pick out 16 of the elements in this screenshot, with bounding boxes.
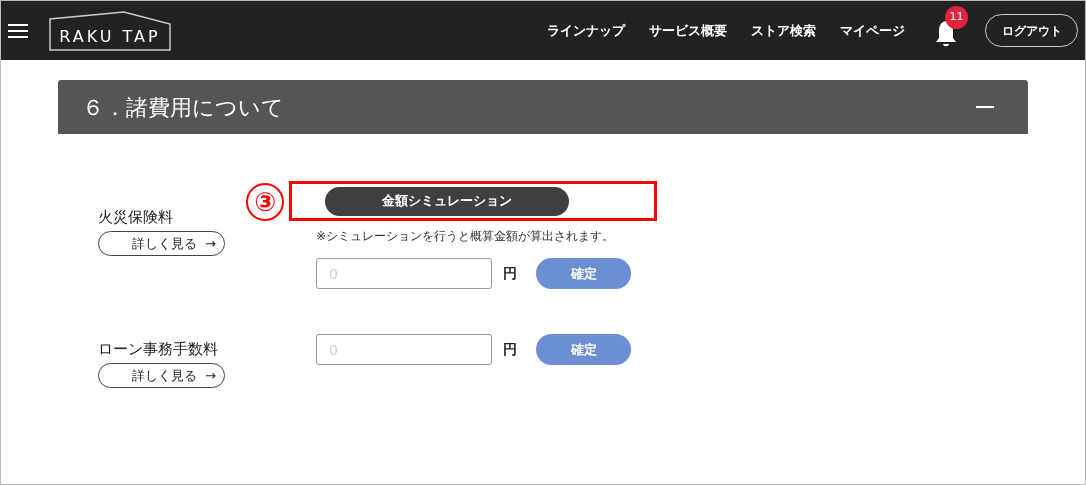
- unit-label: 円: [503, 340, 517, 359]
- section-title: ６．諸費用について: [82, 93, 284, 122]
- notification-badge: 11: [945, 5, 968, 29]
- simulation-note: ※シミュレーションを行うと概算金額が算出されます。: [316, 228, 616, 244]
- menu-icon[interactable]: [8, 21, 28, 40]
- logo[interactable]: RAKU TAP: [49, 10, 171, 51]
- step-marker: ③: [246, 183, 284, 221]
- simulation-button[interactable]: 金額シミュレーション: [325, 186, 569, 216]
- nav-link[interactable]: サービス概要: [649, 20, 727, 41]
- fee-label: 火災保険料: [98, 207, 174, 227]
- nav-link[interactable]: ストア検索: [751, 20, 816, 41]
- nav-link[interactable]: ラインナップ: [547, 20, 625, 41]
- section-header[interactable]: ６．諸費用について: [58, 80, 1028, 134]
- nav-link[interactable]: マイページ: [840, 20, 905, 41]
- unit-label: 円: [503, 264, 517, 283]
- fee-label: ローン事務手数料: [98, 339, 219, 359]
